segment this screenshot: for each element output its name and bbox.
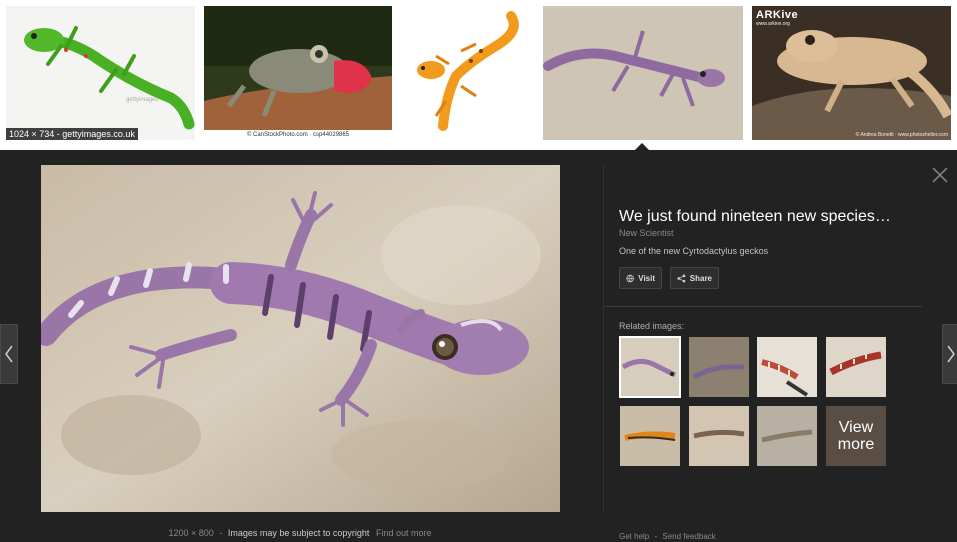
leaf-tailed-gecko-image: [204, 6, 392, 140]
related-image-5[interactable]: [620, 406, 680, 466]
orange-gecko-image: [401, 6, 534, 140]
result-thumbnail-leaf-tailed-gecko[interactable]: © CanStockPhoto.com · csp44029865: [204, 6, 392, 140]
related-image-2[interactable]: [689, 337, 749, 397]
arkive-logo: ARKive: [756, 9, 799, 21]
share-icon: [677, 274, 686, 282]
related-image-7[interactable]: [757, 406, 817, 466]
thumbnail-caption: 1024 × 734 - gettyimages.co.uk: [6, 128, 138, 140]
chevron-right-icon: [947, 345, 955, 363]
green-gecko-image: gettyimages: [6, 6, 195, 140]
related-grey-gecko-image: [757, 406, 817, 466]
panel-footer: Get help - Send feedback: [619, 532, 716, 541]
share-button[interactable]: Share: [670, 267, 719, 289]
get-help-link[interactable]: Get help: [619, 532, 649, 541]
preview-main-image[interactable]: [41, 165, 560, 512]
send-feedback-link[interactable]: Send feedback: [662, 532, 715, 541]
photo-credit: © Andrea Bonetti · www.photoshelter.com: [855, 132, 948, 138]
related-orange-gecko-image: [620, 406, 680, 466]
chevron-left-icon: [5, 345, 13, 363]
result-thumbnail-purple-gecko[interactable]: [543, 6, 743, 140]
result-thumbnail-tan-gecko[interactable]: ARKive www.arkive.org © Andrea Bonetti ·…: [752, 6, 951, 140]
image-preview-panel: 1200 × 800 - Images may be subject to co…: [0, 150, 957, 542]
visit-label: Visit: [638, 273, 655, 283]
meta-separator: -: [219, 528, 223, 538]
related-images-label: Related images:: [619, 321, 685, 331]
image-description: One of the new Cyrtodactylus geckos: [619, 246, 769, 256]
next-image-button[interactable]: [942, 324, 957, 384]
close-icon: [932, 167, 948, 183]
related-spotted-gecko-image: [689, 406, 749, 466]
globe-icon: [626, 274, 634, 282]
result-thumbnail-green-gecko[interactable]: gettyimages 1024 × 734 - gettyimages.co.…: [6, 6, 195, 140]
image-dimensions: 1200 × 800: [168, 528, 214, 538]
svg-text:gettyimages: gettyimages: [126, 97, 158, 103]
image-source: New Scientist: [619, 228, 674, 238]
find-out-more-link[interactable]: Find out more: [376, 528, 432, 538]
related-purple-gecko-image: [620, 337, 680, 397]
related-gecko-on-rock-image: [689, 337, 749, 397]
related-image-1[interactable]: [619, 336, 681, 398]
related-image-4[interactable]: [826, 337, 886, 397]
cyrtodactylus-gecko-image: [41, 165, 560, 512]
image-title[interactable]: We just found nineteen new species…: [619, 207, 919, 227]
purple-gecko-image: [543, 6, 743, 140]
visit-button[interactable]: Visit: [619, 267, 662, 289]
view-more-button[interactable]: View more: [826, 406, 886, 466]
info-divider: [604, 306, 922, 307]
related-image-3[interactable]: [757, 337, 817, 397]
related-image-6[interactable]: [689, 406, 749, 466]
image-results-page: gettyimages 1024 × 734 - gettyimages.co.…: [0, 0, 957, 542]
share-label: Share: [689, 273, 712, 283]
related-banded-gecko-image: [757, 337, 817, 397]
previous-image-button[interactable]: [0, 324, 18, 384]
footer-separator: -: [654, 532, 658, 541]
result-thumbnail-orange-gecko[interactable]: [401, 6, 534, 140]
thumbnail-watermark: © CanStockPhoto.com · csp44029865: [204, 130, 392, 140]
close-preview-button[interactable]: [931, 166, 949, 184]
panel-divider: [603, 164, 604, 512]
image-meta: 1200 × 800 - Images may be subject to co…: [0, 528, 600, 538]
related-red-gecko-image: [826, 337, 886, 397]
copyright-notice: Images may be subject to copyright: [227, 528, 370, 538]
results-strip: gettyimages 1024 × 734 - gettyimages.co.…: [0, 0, 957, 150]
arkive-url: www.arkive.org: [756, 21, 790, 27]
image-info: We just found nineteen new species… New …: [619, 207, 919, 256]
